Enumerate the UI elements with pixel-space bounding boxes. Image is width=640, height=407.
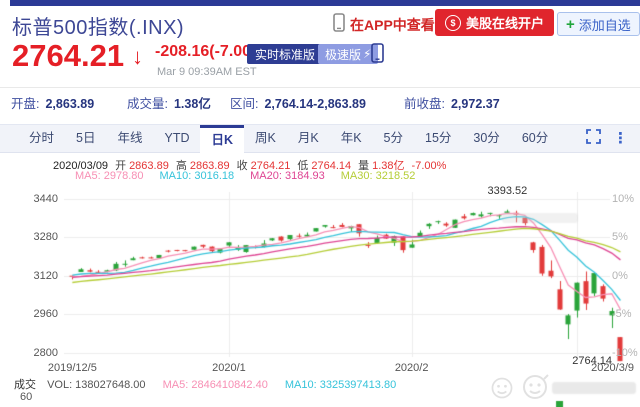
y-axis-price-tick: 3120 xyxy=(8,270,58,282)
watermark-emoji-icon xyxy=(489,375,515,406)
volume-ma5: MA5: 2846410842.40 xyxy=(163,379,268,391)
volume-legend-row: 成交 VOL: 138027648.00 MA5: 2846410842.40 … xyxy=(14,376,410,392)
y-axis-price-tick: 2960 xyxy=(8,308,58,320)
y-axis-percent-tick: 10% xyxy=(612,193,634,205)
volume-ma10: MA10: 3325397413.80 xyxy=(285,379,396,391)
low-price-annotation: 2764.14 xyxy=(572,355,612,367)
stock-quote-page: 标普500指数(.INX) 在APP中查看 $ 美股在线开户 + 添加自选 27… xyxy=(0,0,640,407)
y-axis-percent-tick: -5% xyxy=(612,308,632,320)
volume-label: 成交 xyxy=(14,379,36,391)
y-axis-percent-tick: 5% xyxy=(612,231,628,243)
y-axis-price-tick: 2800 xyxy=(8,347,58,359)
y-axis-percent-tick: 0% xyxy=(612,270,628,282)
y-axis-price-tick: 3440 xyxy=(8,193,58,205)
candlestick-chart[interactable] xyxy=(0,0,640,407)
volume-scale-label: 60 xyxy=(20,391,32,403)
x-axis-tick: 2020/2 xyxy=(395,362,429,374)
x-axis-tick: 2019/12/5 xyxy=(48,362,97,374)
watermark-text-blur xyxy=(502,213,578,223)
watermark-emoji-icon xyxy=(520,371,550,406)
x-axis-tick: 2020/1 xyxy=(212,362,246,374)
high-price-annotation: 3393.52 xyxy=(487,185,527,197)
y-axis-price-tick: 3280 xyxy=(8,231,58,243)
volume-value: VOL: 138027648.00 xyxy=(47,379,145,391)
watermark-text-blur xyxy=(552,382,636,394)
y-axis-percent-tick: -10% xyxy=(612,347,638,359)
